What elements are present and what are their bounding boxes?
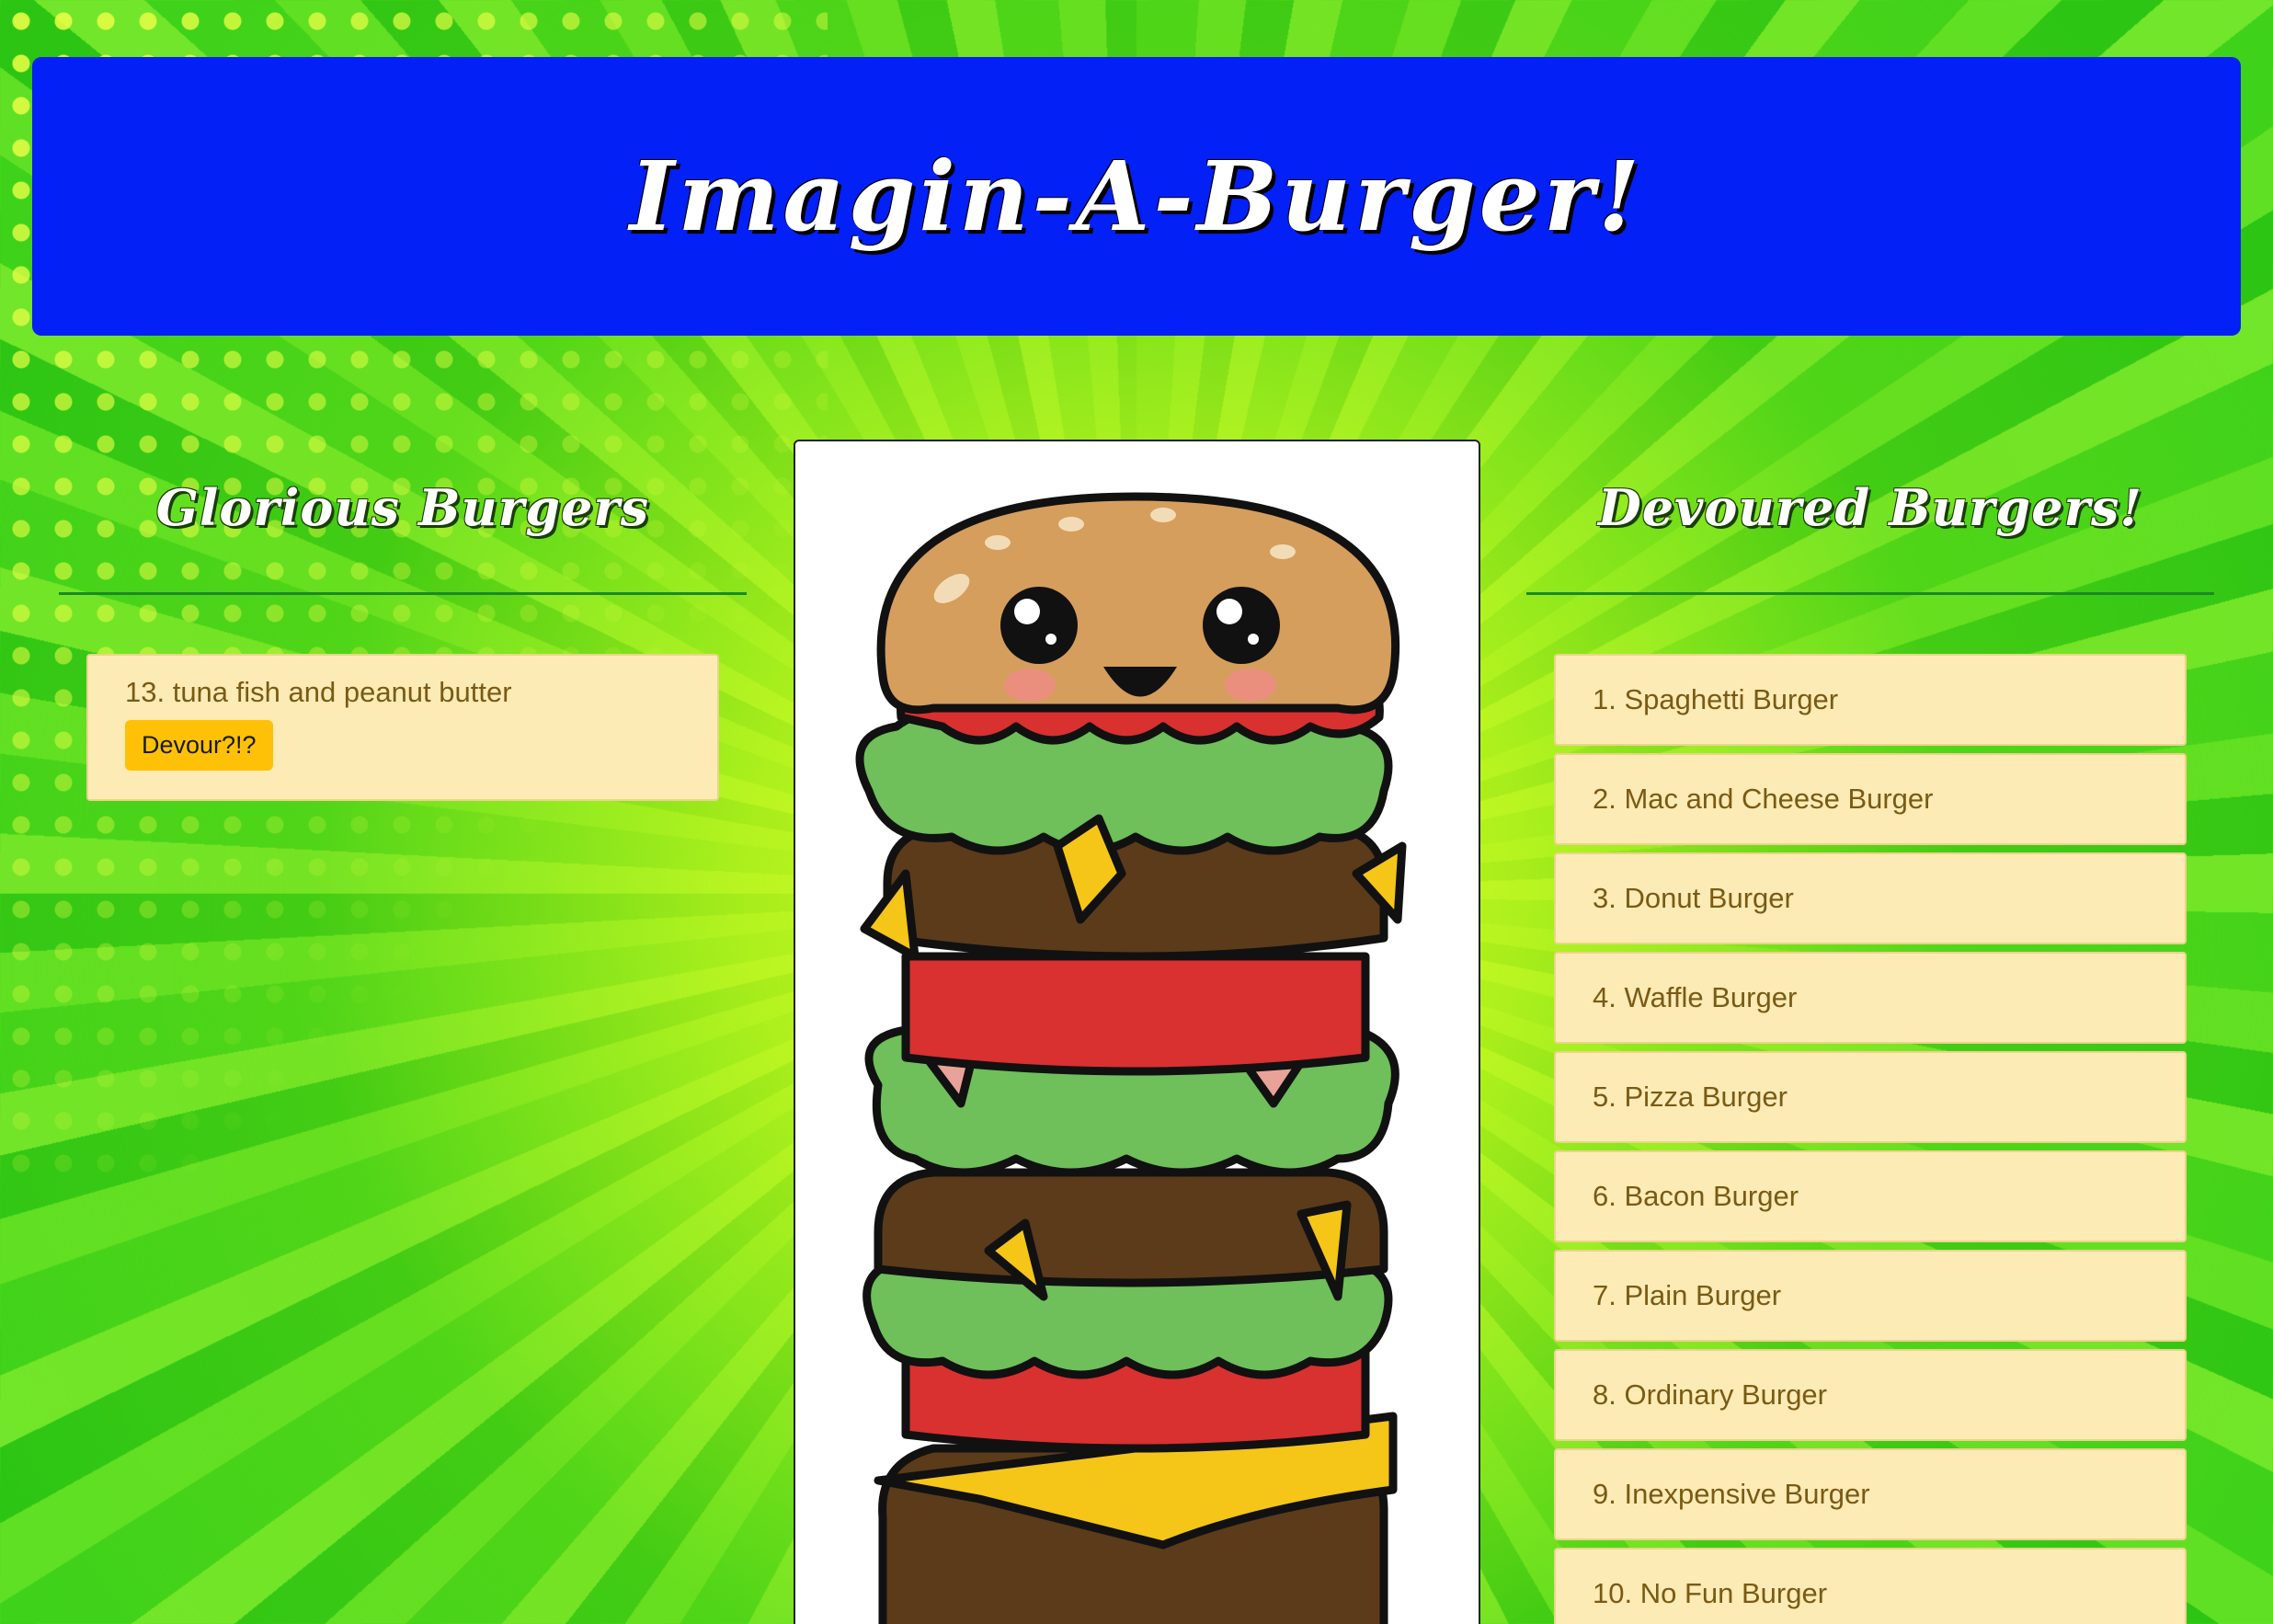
devoured-item: 6. Bacon Burger bbox=[1554, 1150, 2187, 1242]
devoured-burgers-heading: Devoured Burgers! bbox=[1597, 478, 2143, 537]
burger-card: 13. tuna fish and peanut butter Devour?!… bbox=[86, 654, 719, 801]
burger-image-panel bbox=[794, 440, 1480, 1624]
kawaii-burger-illustration bbox=[855, 492, 1407, 1624]
devoured-item: 10. No Fun Burger bbox=[1554, 1548, 2187, 1624]
left-divider bbox=[59, 592, 747, 595]
devoured-item: 2. Mac and Cheese Burger bbox=[1554, 753, 2187, 845]
devoured-item: 3. Donut Burger bbox=[1554, 852, 2187, 944]
devoured-item: 1. Spaghetti Burger bbox=[1554, 654, 2187, 746]
devoured-item: 5. Pizza Burger bbox=[1554, 1051, 2187, 1143]
devoured-item: 7. Plain Burger bbox=[1554, 1250, 2187, 1342]
right-divider bbox=[1526, 592, 2214, 595]
devoured-item: 8. Ordinary Burger bbox=[1554, 1349, 2187, 1441]
devoured-list: 1. Spaghetti Burger 2. Mac and Cheese Bu… bbox=[1554, 654, 2187, 1624]
devour-button[interactable]: Devour?!? bbox=[125, 720, 273, 771]
glorious-burgers-heading: Glorious Burgers bbox=[155, 478, 650, 537]
devoured-item: 4. Waffle Burger bbox=[1554, 952, 2187, 1044]
burger-name: 13. tuna fish and peanut butter bbox=[125, 676, 512, 708]
devoured-item: 9. Inexpensive Burger bbox=[1554, 1448, 2187, 1540]
site-header: Imagin-A-Burger! bbox=[32, 57, 2241, 336]
site-title: Imagin-A-Burger! bbox=[629, 140, 1644, 253]
